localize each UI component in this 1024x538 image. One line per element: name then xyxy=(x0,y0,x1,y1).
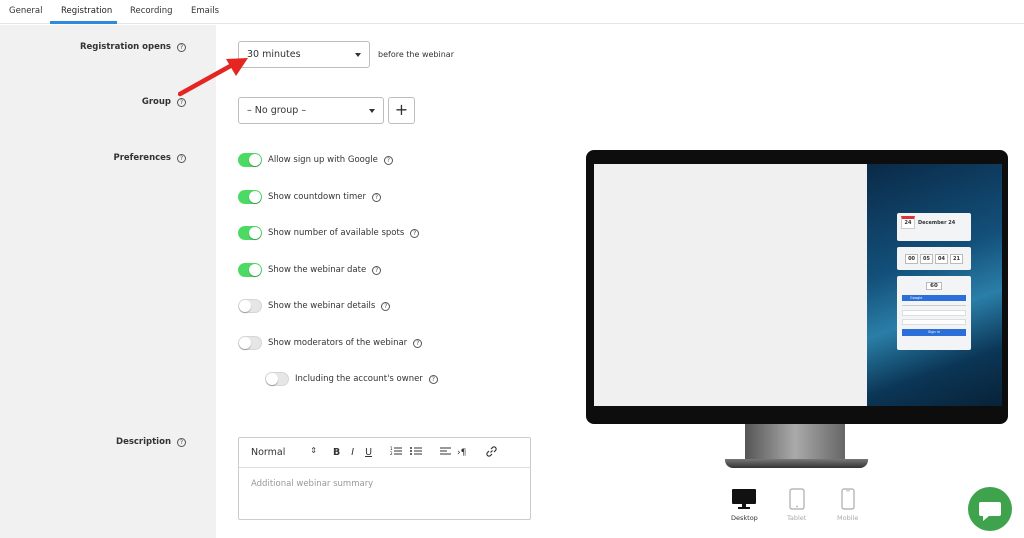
registration-opens-suffix: before the webinar xyxy=(378,50,454,59)
help-icon[interactable]: ? xyxy=(383,155,393,165)
toggle-knob xyxy=(266,373,278,385)
toggle-knob xyxy=(249,154,261,166)
preference-toggle[interactable] xyxy=(265,372,289,386)
preference-row: Show countdown timer? xyxy=(238,190,381,204)
preference-label: Including the account's owner xyxy=(295,374,423,384)
bold-button[interactable]: B xyxy=(333,447,340,458)
countdown-hours: 05 xyxy=(920,253,933,264)
preference-toggle[interactable] xyxy=(238,153,262,167)
tab-registration[interactable]: Registration xyxy=(61,6,112,16)
tab-bar: General Registration Recording Emails xyxy=(0,0,1024,24)
preview-date-text: December 24 xyxy=(918,219,956,226)
monitor-base xyxy=(725,459,868,468)
preview-date-card: 24 December 24 xyxy=(897,213,971,241)
help-icon[interactable]: ? xyxy=(177,153,186,163)
help-icon[interactable]: ? xyxy=(428,374,438,384)
registration-opens-select[interactable]: 30 minutes xyxy=(238,41,370,68)
preview-name-field xyxy=(902,310,966,316)
help-icon[interactable]: ? xyxy=(372,265,382,275)
updown-icon: ⇕ xyxy=(310,446,317,455)
tab-emails[interactable]: Emails xyxy=(191,6,219,16)
add-group-button[interactable]: + xyxy=(388,97,415,124)
svg-text:2: 2 xyxy=(390,451,393,456)
device-desktop[interactable]: Desktop xyxy=(731,488,758,522)
chevron-down-icon xyxy=(369,109,375,113)
mobile-icon xyxy=(841,488,855,510)
preview-screen: 24 December 24 00 05 04 21 60 Google Sig… xyxy=(594,164,1002,406)
countdown-seconds: 21 xyxy=(949,253,963,264)
preference-label: Show the webinar details xyxy=(268,301,376,311)
preference-row: Including the account's owner? xyxy=(265,372,438,386)
preview-google-button: Google xyxy=(902,295,966,301)
countdown-days: 00 xyxy=(905,253,919,264)
preference-label: Show the webinar date xyxy=(268,265,367,275)
preference-label: Show countdown timer xyxy=(268,192,366,202)
preference-label: Allow sign up with Google xyxy=(268,155,378,165)
preference-toggle[interactable] xyxy=(238,299,262,313)
help-icon[interactable]: ? xyxy=(177,97,186,107)
toggle-knob xyxy=(249,227,261,239)
preference-row: Show number of available spots? xyxy=(238,226,420,240)
editor-toolbar: Normal ⇕ B I U 12 ›¶ xyxy=(239,438,530,468)
preferences-label: Preferences ? xyxy=(113,153,186,163)
device-tablet[interactable]: Tablet xyxy=(787,488,806,522)
help-icon[interactable]: ? xyxy=(410,228,420,238)
help-icon[interactable]: ? xyxy=(371,192,381,202)
preference-toggle[interactable] xyxy=(238,263,262,277)
help-icon[interactable]: ? xyxy=(381,301,391,311)
preference-toggle[interactable] xyxy=(238,336,262,350)
toggle-knob xyxy=(249,264,261,276)
preference-label: Show moderators of the webinar xyxy=(268,338,408,348)
chat-button[interactable] xyxy=(968,487,1012,531)
help-icon[interactable]: ? xyxy=(177,42,186,52)
link-icon[interactable] xyxy=(486,445,498,460)
preference-row: Show the webinar details? xyxy=(238,299,391,313)
chevron-down-icon xyxy=(355,53,361,57)
preference-toggle[interactable] xyxy=(238,190,262,204)
ordered-list-icon[interactable]: 12 xyxy=(390,446,403,459)
bullet-list-icon[interactable] xyxy=(410,446,423,459)
format-select[interactable]: Normal ⇕ xyxy=(251,446,319,458)
preference-label: Show number of available spots xyxy=(268,228,405,238)
help-icon[interactable]: ? xyxy=(413,338,423,348)
active-tab-indicator xyxy=(50,21,117,24)
red-arrow-annotation xyxy=(178,58,248,97)
description-label: Description ? xyxy=(116,437,186,447)
preview-email-field xyxy=(902,319,966,325)
toggle-knob xyxy=(239,337,251,349)
description-editor: Normal ⇕ B I U 12 ›¶ Additional webinar … xyxy=(238,437,531,520)
tablet-icon xyxy=(789,488,805,510)
spots-count: 60 xyxy=(926,282,942,290)
preference-row: Allow sign up with Google? xyxy=(238,153,393,167)
italic-button[interactable]: I xyxy=(351,447,354,458)
preference-row: Show the webinar date? xyxy=(238,263,382,277)
calendar-icon: 24 xyxy=(901,216,915,229)
device-mobile[interactable]: Mobile xyxy=(837,488,858,522)
registration-opens-label: Registration opens ? xyxy=(80,42,186,52)
align-icon[interactable] xyxy=(440,446,452,459)
monitor-stand xyxy=(745,424,845,462)
preference-row: Show moderators of the webinar? xyxy=(238,336,423,350)
desktop-preview-monitor: 24 December 24 00 05 04 21 60 Google Sig… xyxy=(586,150,1008,424)
help-icon[interactable]: ? xyxy=(177,437,186,447)
underline-button[interactable]: U xyxy=(365,447,372,458)
group-label: Group ? xyxy=(142,97,186,107)
text-direction-icon[interactable]: ›¶ xyxy=(457,448,466,458)
description-input[interactable]: Additional webinar summary xyxy=(239,468,530,500)
countdown-minutes: 04 xyxy=(935,253,948,264)
preview-signin-button: Sign in xyxy=(902,329,966,336)
group-select[interactable]: – No group – xyxy=(238,97,384,124)
toggle-knob xyxy=(239,300,251,312)
desktop-icon xyxy=(732,489,757,509)
tab-recording[interactable]: Recording xyxy=(130,6,173,16)
preview-countdown-card: 00 05 04 21 xyxy=(897,247,971,270)
chat-icon xyxy=(979,502,1001,521)
toggle-knob xyxy=(249,191,261,203)
preference-toggle[interactable] xyxy=(238,226,262,240)
preview-signup-card: 60 Google Sign in xyxy=(897,276,971,350)
preview-background: 24 December 24 00 05 04 21 60 Google Sig… xyxy=(867,164,1002,406)
tab-general[interactable]: General xyxy=(9,6,43,16)
